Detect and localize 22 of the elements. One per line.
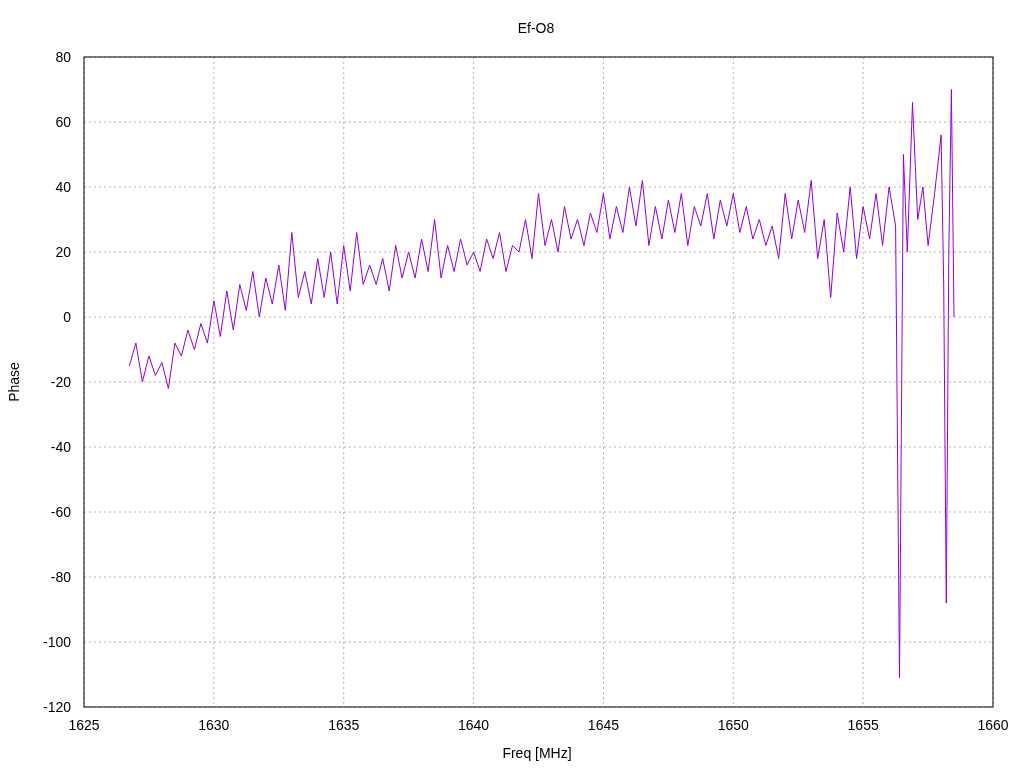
- y-tick-label: -20: [50, 374, 71, 390]
- y-tick-label: 80: [55, 49, 71, 65]
- chart-title: Ef-O8: [517, 20, 555, 36]
- x-tick-label: 1645: [587, 717, 619, 733]
- x-tick-label: 1650: [717, 717, 749, 733]
- y-tick-label: -100: [42, 634, 71, 650]
- y-tick-label: 0: [63, 309, 71, 325]
- x-tick-label: 1640: [458, 717, 490, 733]
- x-tick-label: 1630: [198, 717, 230, 733]
- x-tick-label: 1660: [977, 717, 1009, 733]
- y-tick-label: -120: [42, 699, 71, 715]
- y-tick-label: 20: [55, 244, 71, 260]
- x-axis-label: Freq [MHz]: [502, 745, 572, 761]
- y-tick-label: -80: [50, 569, 71, 585]
- x-tick-label: 1655: [847, 717, 879, 733]
- y-tick-label: 40: [55, 179, 71, 195]
- x-tick-label: 1625: [68, 717, 100, 733]
- y-tick-label: -60: [50, 504, 71, 520]
- y-tick-label: -40: [50, 439, 71, 455]
- x-tick-label: 1635: [328, 717, 360, 733]
- y-tick-label: 60: [55, 114, 71, 130]
- y-axis-label: Phase: [6, 362, 22, 402]
